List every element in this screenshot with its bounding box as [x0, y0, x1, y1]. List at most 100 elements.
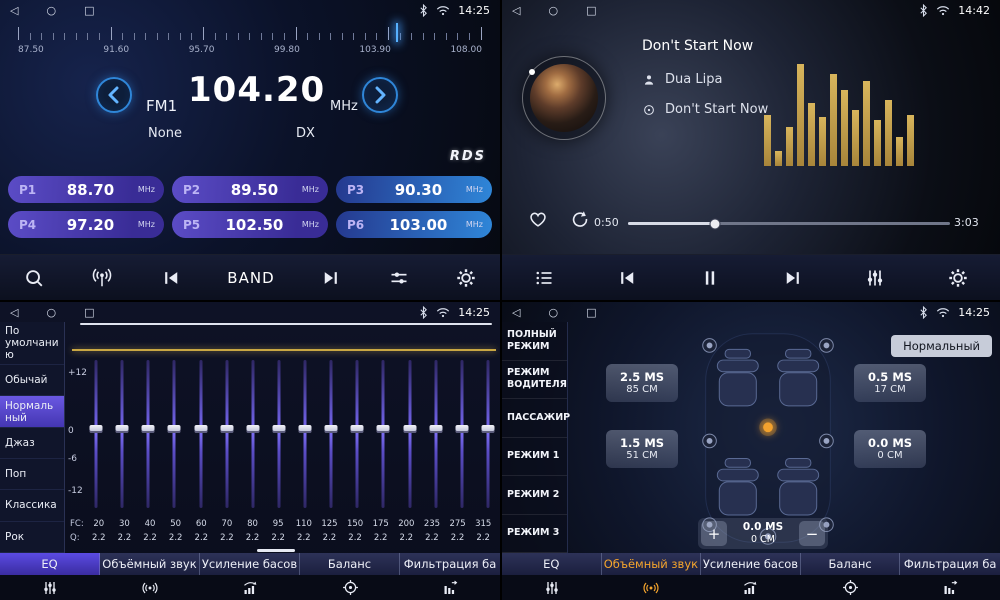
recents-nav-icon[interactable]: □ [84, 5, 94, 16]
tab-eq[interactable]: EQ [502, 553, 602, 600]
favorite-button[interactable] [526, 208, 550, 230]
frequency-ruler[interactable]: 87.50 91.60 95.70 99.80 103.90 108.00 [18, 27, 482, 63]
mode-2[interactable]: РЕЖИМ 2 [502, 476, 567, 515]
tab-balance[interactable]: Баланс [300, 553, 400, 600]
eq-band-slider[interactable] [245, 360, 261, 508]
tab-bass-boost[interactable]: Усиление басов [200, 553, 300, 600]
home-nav-icon[interactable]: ○ [46, 307, 56, 318]
antenna-icon [90, 267, 114, 289]
track-row: Don't Start Now [642, 102, 768, 117]
eq-band-slider[interactable] [140, 360, 156, 508]
mode-passenger[interactable]: ПАССАЖИР [502, 399, 567, 438]
eq-scale-label: +12 [68, 368, 87, 378]
eq-band-slider[interactable] [219, 360, 235, 508]
preset-button-p1[interactable]: P1 88.70 MHz [8, 176, 164, 203]
eq-preset-classic[interactable]: Классика [0, 490, 64, 521]
next-track-button[interactable] [782, 268, 804, 288]
recents-nav-icon[interactable]: □ [84, 307, 94, 318]
tune-options-button[interactable] [388, 268, 410, 288]
eq-preset-default[interactable]: По умолчанию [0, 322, 64, 365]
previous-track-button[interactable] [616, 268, 638, 288]
delay-cm-value: 17 CM [874, 384, 906, 396]
tab-balance[interactable]: Баланс [801, 553, 901, 600]
delay-rear-left[interactable]: 1.5 MS 51 CM [606, 430, 678, 468]
mode-3[interactable]: РЕЖИМ 3 [502, 515, 567, 554]
prev-station-button[interactable] [160, 268, 182, 288]
ruler-tick [30, 33, 31, 40]
equalizer-button[interactable] [865, 268, 885, 288]
tab-filter[interactable]: Фильтрация ба [900, 553, 1000, 600]
home-nav-icon[interactable]: ○ [548, 5, 558, 16]
eq-fc-value: 235 [419, 519, 445, 529]
delay-front-right[interactable]: 0.5 MS 17 CM [854, 364, 926, 402]
preset-frequency: 97.20 [43, 216, 138, 234]
back-nav-icon[interactable]: ◁ [512, 307, 520, 318]
back-nav-icon[interactable]: ◁ [10, 307, 18, 318]
eq-scroll-indicator[interactable] [257, 549, 295, 552]
eq-fc-value: 200 [394, 519, 420, 529]
eq-preset-normal[interactable]: Нормальный [0, 396, 64, 427]
mode-driver[interactable]: РЕЖИМ ВОДИТЕЛЯ [502, 361, 567, 400]
eq-band-slider[interactable] [349, 360, 365, 508]
eq-band-slider[interactable] [114, 360, 130, 508]
eq-band-slider[interactable] [271, 360, 287, 508]
balance-icon [300, 575, 400, 600]
eq-band-slider[interactable] [323, 360, 339, 508]
band-button[interactable]: BAND [227, 269, 274, 287]
pause-button[interactable] [700, 268, 720, 288]
ruler-tick [272, 33, 273, 40]
decrease-delay-button[interactable]: − [799, 521, 825, 546]
eq-band-slider[interactable] [402, 360, 418, 508]
eq-preset-pop[interactable]: Поп [0, 459, 64, 490]
preset-button-p2[interactable]: P2 89.50 MHz [172, 176, 328, 203]
eq-band-slider[interactable] [454, 360, 470, 508]
eq-preset-custom[interactable]: Обычай [0, 365, 64, 396]
preset-button-p6[interactable]: P6 103.00 MHz [336, 211, 492, 238]
scan-button[interactable] [23, 267, 45, 289]
delay-rear-right[interactable]: 0.0 MS 0 CM [854, 430, 926, 468]
tab-surround[interactable]: Объёмный звук [602, 553, 702, 600]
broadcast-button[interactable] [90, 267, 114, 289]
eq-band-slider[interactable] [375, 360, 391, 508]
eq-band-slider[interactable] [166, 360, 182, 508]
tab-bass-boost[interactable]: Усиление басов [701, 553, 801, 600]
progress-slider[interactable] [628, 222, 950, 225]
progress-knob[interactable] [709, 218, 720, 229]
tab-surround[interactable]: Объёмный звук [100, 553, 200, 600]
preset-button-p5[interactable]: P5 102.50 MHz [172, 211, 328, 238]
settings-button[interactable] [947, 267, 969, 289]
next-station-button[interactable] [320, 268, 342, 288]
repeat-button[interactable] [568, 208, 592, 230]
eq-band-slider[interactable] [88, 360, 104, 508]
eq-top-line [80, 323, 492, 325]
increase-delay-button[interactable]: + [701, 521, 727, 546]
listener-position-dot [759, 419, 777, 437]
playlist-button[interactable] [533, 268, 555, 288]
delay-front-left[interactable]: 2.5 MS 85 CM [606, 364, 678, 402]
eq-band-slider[interactable] [193, 360, 209, 508]
back-nav-icon[interactable]: ◁ [512, 5, 520, 16]
preset-button-p4[interactable]: P4 97.20 MHz [8, 211, 164, 238]
recents-nav-icon[interactable]: □ [586, 5, 596, 16]
mode-1[interactable]: РЕЖИМ 1 [502, 438, 567, 477]
eq-preset-rock[interactable]: Рок [0, 522, 64, 553]
eq-band-slider[interactable] [480, 360, 496, 508]
tab-eq[interactable]: EQ [0, 553, 100, 600]
settings-button[interactable] [455, 267, 477, 289]
mode-full[interactable]: ПОЛНЫЙ РЕЖИМ [502, 322, 567, 361]
eq-band-slider[interactable] [297, 360, 313, 508]
home-nav-icon[interactable]: ○ [46, 5, 56, 16]
tune-up-button[interactable] [362, 77, 398, 113]
back-nav-icon[interactable]: ◁ [10, 5, 18, 16]
eq-preset-jazz[interactable]: Джаз [0, 428, 64, 459]
delay-ms-value: 0.5 MS [868, 370, 912, 385]
preset-button-p3[interactable]: P3 90.30 MHz [336, 176, 492, 203]
home-nav-icon[interactable]: ○ [548, 307, 558, 318]
sound-profile-button[interactable]: Нормальный [891, 335, 992, 357]
tab-filter[interactable]: Фильтрация ба [400, 553, 500, 600]
radio-app: ◁ ○ □ 14:25 87.50 91.60 95.70 99.80 103.… [0, 0, 500, 300]
recents-nav-icon[interactable]: □ [586, 307, 596, 318]
tune-down-button[interactable] [96, 77, 132, 113]
filter-icon [900, 575, 1000, 600]
eq-band-slider[interactable] [428, 360, 444, 508]
